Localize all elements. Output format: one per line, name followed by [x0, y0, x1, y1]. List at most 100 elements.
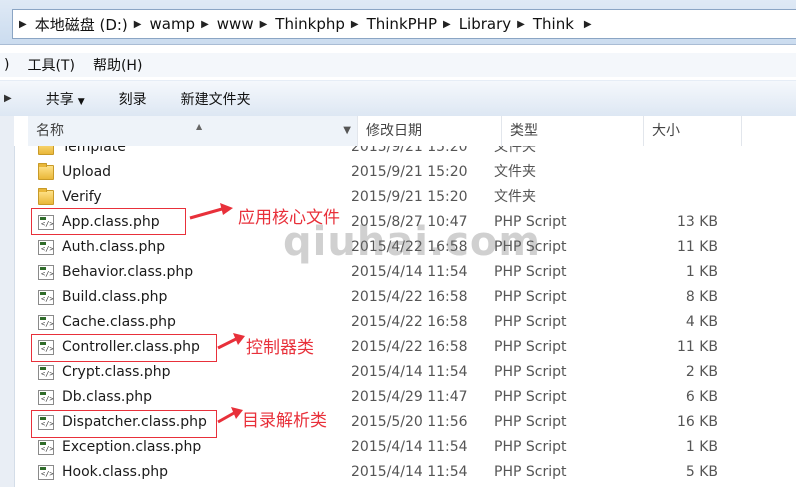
sort-ascending-icon: ▲ [196, 122, 203, 131]
file-name: Upload [62, 164, 112, 180]
file-row[interactable]: Build.class.php 2015/4/22 16:58 PHP Script… [14, 285, 796, 310]
file-name: Build.class.php [62, 289, 168, 305]
arrow-icon [189, 203, 233, 220]
command-toolbar: ▶ 共享 ▼ 刻录 新建文件夹 [0, 80, 796, 117]
php-file-icon [38, 265, 54, 280]
file-name: Db.class.php [62, 389, 152, 405]
file-name: Exception.class.php [62, 439, 202, 455]
new-folder-button[interactable]: 新建文件夹 [181, 89, 251, 109]
file-size: 16 KB [676, 414, 718, 430]
file-size: 5 KB [685, 464, 718, 480]
folder-icon [38, 188, 54, 205]
php-file-icon [38, 290, 54, 305]
file-type: PHP Script [494, 439, 567, 455]
menu-bar: ) 工具(T) 帮助(H) [0, 53, 796, 77]
navigation-pane [0, 116, 15, 487]
file-type: PHP Script [494, 339, 567, 355]
chevron-right-icon[interactable]: ▶ [134, 19, 142, 30]
file-size: 11 KB [676, 239, 718, 255]
file-type: PHP Script [494, 364, 567, 380]
arrow-icon [217, 333, 245, 350]
file-modified-date: 2015/4/22 16:58 [351, 339, 468, 355]
chevron-right-icon[interactable]: ▶ [351, 19, 359, 30]
file-name: Auth.class.php [62, 239, 166, 255]
chevron-right-icon[interactable]: ▶ [584, 19, 592, 30]
file-size: 4 KB [685, 314, 718, 330]
php-file-icon [38, 440, 54, 455]
chevron-down-icon[interactable]: ▼ [343, 116, 351, 146]
column-header-type[interactable]: 类型 [502, 116, 644, 146]
file-name: Verify [62, 189, 102, 205]
burn-button[interactable]: 刻录 [119, 89, 147, 109]
file-type: PHP Script [494, 389, 567, 405]
file-type: 文件夹 [494, 164, 536, 180]
chevron-right-icon[interactable]: ▶ [201, 19, 209, 30]
file-type: PHP Script [494, 414, 567, 430]
php-file-icon [38, 390, 54, 405]
file-name: Hook.class.php [62, 464, 169, 480]
file-name: Crypt.class.php [62, 364, 171, 380]
folder-icon [38, 146, 54, 155]
highlight-box-dispatcher [31, 410, 217, 438]
file-type: PHP Script [494, 314, 567, 330]
file-size: 11 KB [676, 339, 718, 355]
file-type: 文件夹 [494, 146, 536, 155]
file-row[interactable]: Verify 2015/9/21 15:20 文件夹 [14, 185, 796, 210]
file-size: 1 KB [685, 264, 718, 280]
file-size: 2 KB [685, 364, 718, 380]
column-header-name[interactable]: ▲ 名称 ▼ [28, 116, 358, 146]
file-size: 13 KB [676, 214, 718, 230]
arrow-icon [217, 407, 243, 424]
breadcrumb-item[interactable]: ▶ Thinkphp [254, 15, 345, 33]
file-size: 6 KB [685, 389, 718, 405]
file-modified-date: 2015/4/14 11:54 [351, 439, 468, 455]
file-size: 1 KB [685, 439, 718, 455]
file-row[interactable]: Exception.class.php 2015/4/14 11:54 PHP Sc… [14, 435, 796, 460]
breadcrumb-item[interactable]: ▶ Think ▶ [511, 15, 599, 33]
php-file-icon [38, 365, 54, 380]
chevron-right-icon[interactable]: ▶ [517, 19, 525, 30]
file-name: Cache.class.php [62, 314, 176, 330]
chevron-right-icon[interactable]: ▶ [19, 19, 27, 30]
file-row[interactable]: Template 2015/9/21 15:20 文件夹 [14, 146, 796, 160]
file-row[interactable]: Cache.class.php 2015/4/22 16:58 PHP Script… [14, 310, 796, 335]
file-modified-date: 2015/4/29 11:47 [351, 389, 468, 405]
folder-icon [38, 163, 54, 180]
annotation-label-controller: 控制器类 [246, 338, 314, 358]
file-name: Behavior.class.php [62, 264, 194, 280]
file-modified-date: 2015/4/14 11:54 [351, 464, 468, 480]
breadcrumb-item[interactable]: ▶ ThinkPHP [345, 15, 437, 33]
file-modified-date: 2015/9/21 15:20 [351, 146, 468, 155]
file-name: Template [62, 146, 126, 155]
highlight-box-controller [31, 334, 217, 362]
file-row[interactable]: Db.class.php 2015/4/29 11:47 PHP Script 6 K… [14, 385, 796, 410]
chevron-right-icon[interactable]: ▶ [443, 19, 451, 30]
file-modified-date: 2015/4/22 16:58 [351, 314, 468, 330]
highlight-box-app [31, 208, 186, 235]
menu-item-help[interactable]: 帮助(H) [93, 55, 142, 75]
menu-item-tools[interactable]: 工具(T) [27, 55, 74, 75]
file-row[interactable]: Upload 2015/9/21 15:20 文件夹 [14, 160, 796, 185]
file-row[interactable]: Hook.class.php 2015/4/14 11:54 PHP Script 5… [14, 460, 796, 485]
share-button[interactable]: 共享 ▼ [46, 89, 85, 109]
breadcrumb[interactable]: ▶ 本地磁盘 (D:) ▶ wamp ▶ www ▶ Thinkphp ▶ ThinkPH… [12, 9, 796, 39]
breadcrumb-item[interactable]: ▶ www [195, 15, 254, 33]
column-header-modified[interactable]: 修改日期 [358, 116, 502, 146]
breadcrumb-item[interactable]: ▶ 本地磁盘 (D:) [19, 14, 128, 35]
file-type: PHP Script [494, 464, 567, 480]
breadcrumb-item[interactable]: ▶ wamp [128, 15, 195, 33]
php-file-icon [38, 240, 54, 255]
file-row[interactable]: Crypt.class.php 2015/4/14 11:54 PHP Script… [14, 360, 796, 385]
file-type: PHP Script [494, 289, 567, 305]
chevron-down-icon: ▼ [77, 96, 85, 107]
file-modified-date: 2015/5/20 11:56 [351, 414, 468, 430]
column-header-size[interactable]: 大小 [644, 116, 742, 146]
menu-item-partial[interactable]: ) [4, 57, 9, 73]
file-modified-date: 2015/4/14 11:54 [351, 364, 468, 380]
php-file-icon [38, 465, 54, 480]
php-file-icon [38, 315, 54, 330]
watermark: qiuhai.com [283, 219, 542, 265]
toolbar-overflow-icon[interactable]: ▶ [4, 93, 12, 104]
chevron-right-icon[interactable]: ▶ [260, 19, 268, 30]
breadcrumb-item[interactable]: ▶ Library [437, 15, 511, 33]
